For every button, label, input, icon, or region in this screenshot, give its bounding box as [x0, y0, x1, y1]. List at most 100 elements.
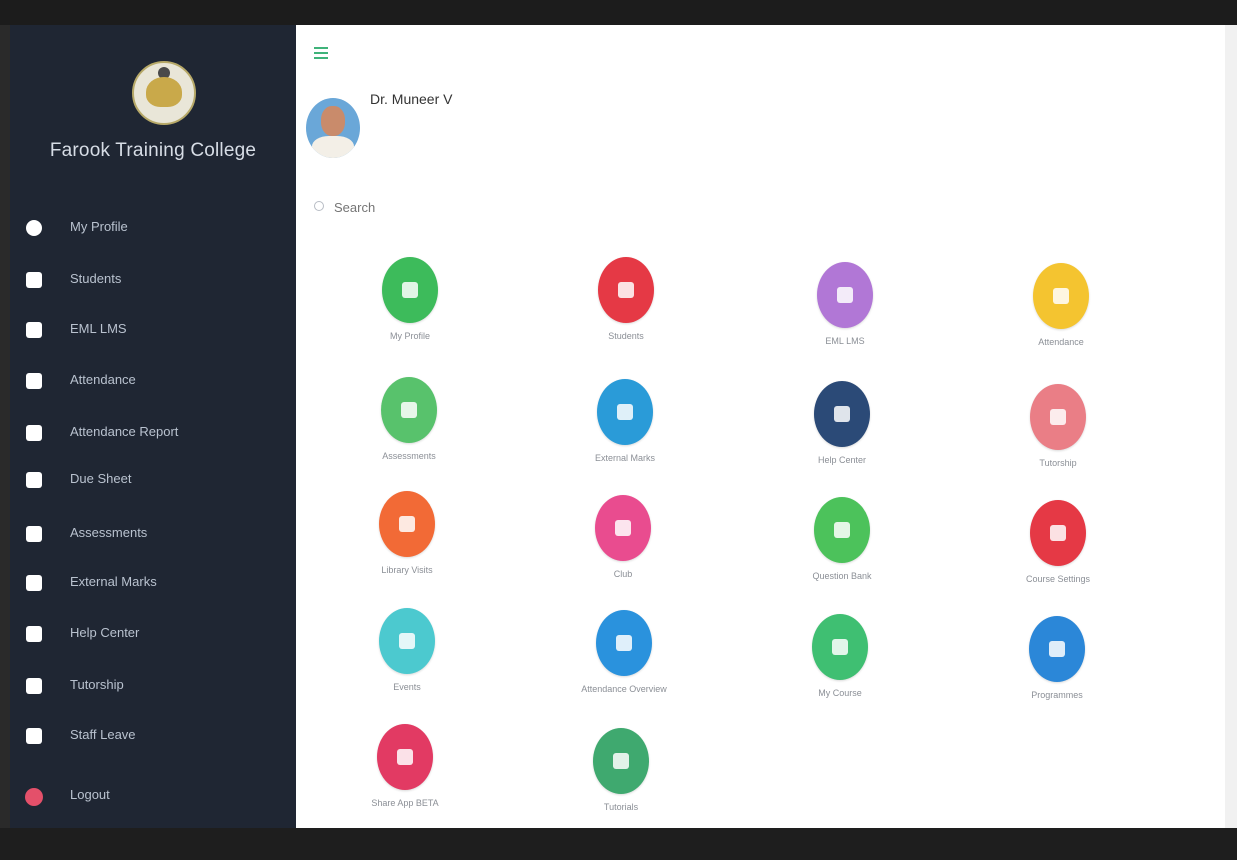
tile-circle	[812, 614, 868, 680]
users-icon	[26, 272, 42, 288]
sidebar-item-staff-leave[interactable]: Staff Leave	[10, 717, 296, 757]
tile-circle	[1029, 616, 1085, 682]
tile-label: Tutorship	[1039, 458, 1077, 468]
help-book-icon	[26, 626, 42, 642]
tile-library-visits[interactable]: Library Visits	[327, 491, 487, 575]
tile-circle	[379, 608, 435, 674]
user-circle-icon	[402, 282, 418, 298]
tile-tutorials[interactable]: Tutorials	[541, 728, 701, 812]
sidebar-item-label: Tutorship	[70, 677, 124, 692]
sidebar-item-label: EML LMS	[70, 321, 127, 336]
tile-circle	[1030, 500, 1086, 566]
tile-course-settings[interactable]: Course Settings	[978, 500, 1138, 584]
right-page-edge	[1225, 25, 1237, 828]
course-settings-icon	[1050, 525, 1066, 541]
clipboard-check-icon	[26, 373, 42, 389]
logout-label: Logout	[70, 787, 110, 802]
tile-label: Question Bank	[812, 571, 872, 581]
chart-icon	[26, 526, 42, 542]
share-app-icon	[397, 749, 413, 765]
avatar	[306, 98, 360, 158]
sidebar-item-assessments[interactable]: Assessments	[10, 515, 296, 555]
tile-label: Help Center	[817, 455, 867, 465]
sidebar-item-students[interactable]: Students	[10, 261, 296, 301]
tile-assessments[interactable]: Assessments	[329, 377, 489, 461]
tile-label: My Course	[818, 688, 862, 698]
logout-button[interactable]: Logout	[10, 777, 296, 817]
tile-circle	[817, 262, 873, 328]
tile-label: Club	[613, 569, 633, 579]
sidebar-item-label: Attendance Report	[70, 424, 179, 439]
tile-label: Attendance	[1038, 337, 1084, 347]
tile-circle	[814, 497, 870, 563]
sidebar-item-my-profile[interactable]: My Profile	[10, 209, 296, 249]
search-input[interactable]	[332, 195, 536, 219]
bottom-frame-strip	[0, 828, 1237, 860]
profile-name: Dr. Muneer V	[370, 91, 453, 107]
tile-events[interactable]: Events	[327, 608, 487, 692]
tile-label: Events	[393, 682, 421, 692]
tile-label: Share App BETA	[371, 798, 439, 808]
overview-icon	[616, 635, 632, 651]
tile-eml-lms[interactable]: EML LMS	[765, 262, 925, 346]
tile-programmes[interactable]: Programmes	[977, 616, 1137, 700]
report-icon	[26, 425, 42, 441]
hamburger-icon[interactable]	[314, 47, 328, 59]
tile-label: Library Visits	[381, 565, 433, 575]
tile-circle	[1033, 263, 1089, 329]
tile-my-profile[interactable]: My Profile	[330, 257, 490, 341]
sidebar-item-label: Staff Leave	[70, 727, 136, 742]
tile-label: External Marks	[594, 453, 656, 463]
chart-icon	[401, 402, 417, 418]
sidebar-item-external-marks[interactable]: External Marks	[10, 564, 296, 604]
tile-circle	[1030, 384, 1086, 450]
tile-question-bank[interactable]: Question Bank	[762, 497, 922, 581]
students-icon	[618, 282, 634, 298]
marks-icon	[617, 404, 633, 420]
profile-meta-left	[370, 117, 373, 133]
sidebar-item-label: My Profile	[70, 219, 128, 234]
tile-external-marks[interactable]: External Marks	[545, 379, 705, 463]
college-logo	[132, 61, 196, 125]
marks-icon	[26, 575, 42, 591]
sidebar-item-label: External Marks	[70, 574, 157, 589]
tile-tutorship[interactable]: Tutorship	[978, 384, 1138, 468]
profile-meta-right	[748, 121, 751, 137]
tile-help-center[interactable]: Help Center	[762, 381, 922, 465]
tile-students[interactable]: Students	[546, 257, 706, 341]
tile-circle	[595, 495, 651, 561]
tile-attendance-overview[interactable]: Attendance Overview	[544, 610, 704, 694]
sidebar-item-help-center[interactable]: Help Center	[10, 615, 296, 655]
tile-circle	[593, 728, 649, 794]
tile-label: Tutorials	[603, 802, 639, 812]
user-circle-icon	[26, 220, 42, 236]
sidebar-item-attendance-report[interactable]: Attendance Report	[10, 414, 296, 454]
lms-icon	[26, 322, 42, 338]
programmes-icon	[1049, 641, 1065, 657]
tile-club[interactable]: Club	[543, 495, 703, 579]
events-icon	[399, 633, 415, 649]
users-group-icon	[26, 678, 42, 694]
sidebar-item-label: Due Sheet	[70, 471, 132, 486]
tile-attendance[interactable]: Attendance	[981, 263, 1141, 347]
top-frame-strip	[0, 0, 1237, 25]
college-name: Farook Training College	[49, 140, 257, 161]
sidebar-item-tutorship[interactable]: Tutorship	[10, 667, 296, 707]
tile-circle	[597, 379, 653, 445]
tile-label: EML LMS	[825, 336, 865, 346]
tile-share-app-beta[interactable]: Share App BETA	[325, 724, 485, 808]
sidebar-item-eml-lms[interactable]: EML LMS	[10, 311, 296, 351]
sidebar-item-label: Assessments	[70, 525, 148, 540]
sidebar-item-label: Attendance	[70, 372, 136, 387]
sidebar-item-attendance[interactable]: Attendance	[10, 362, 296, 402]
sidebar-item-label: Students	[70, 271, 122, 286]
main-content: Dr. Muneer V My Profile Students EML LMS…	[296, 25, 1225, 828]
tile-my-course[interactable]: My Course	[760, 614, 920, 698]
tile-circle	[596, 610, 652, 676]
tile-label: Course Settings	[1025, 574, 1091, 584]
help-book-icon	[834, 406, 850, 422]
tile-circle	[814, 381, 870, 447]
sidebar-item-due-sheet[interactable]: Due Sheet	[10, 461, 296, 501]
tile-label: Assessments	[382, 451, 436, 461]
tile-label: Students	[608, 331, 644, 341]
